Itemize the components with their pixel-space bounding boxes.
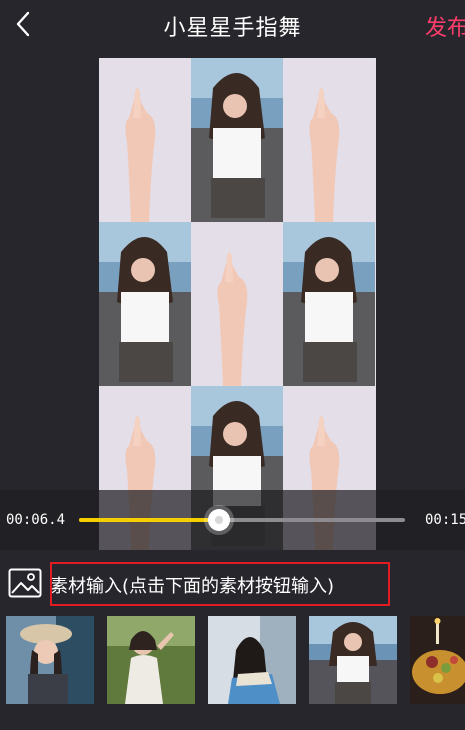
video-tile [191,58,283,222]
asset-input-label: 素材输入(点击下面的素材按钮输入) [50,576,335,597]
asset-thumbnail[interactable] [6,616,94,704]
asset-thumbnail-strip [0,616,465,706]
video-tile [99,58,191,222]
publish-button[interactable]: 发布 [425,10,465,42]
asset-input-row[interactable]: 素材输入(点击下面的素材按钮输入) [0,560,465,610]
image-icon [8,568,42,598]
asset-thumbnail[interactable] [410,616,465,704]
video-tile [191,222,283,386]
video-tile [283,58,375,222]
video-preview[interactable] [99,58,376,550]
progress-track[interactable] [79,518,405,522]
progress-handle[interactable] [208,509,231,531]
video-tile [99,222,191,386]
asset-thumbnail[interactable] [309,616,397,704]
asset-thumbnail[interactable] [208,616,296,704]
asset-thumbnail[interactable] [107,616,195,704]
total-time: 00:15 [425,512,465,528]
current-time: 00:06.4 [6,512,66,528]
playback-scrubber: 00:06.4 00:15 [0,490,465,550]
top-bar: 小星星手指舞 发布 [0,0,465,50]
page-title: 小星星手指舞 [163,16,302,41]
progress-fill [79,518,220,522]
preview-stage: 00:06.4 00:15 [0,50,465,550]
video-tile [283,222,375,386]
